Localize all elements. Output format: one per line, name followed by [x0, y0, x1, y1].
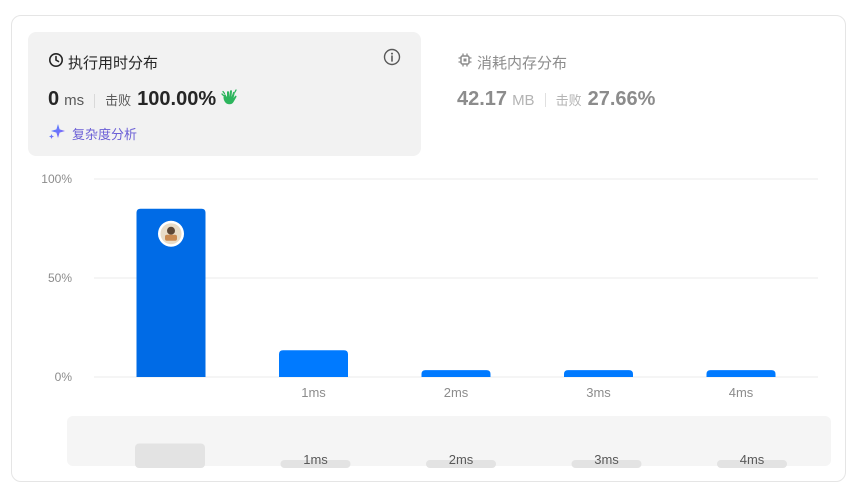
- submission-distribution-panel: 执行用时分布 0 ms 击败 100.00% 复杂度分析 消耗内存分布 42.1…: [11, 15, 846, 482]
- y-tick-label: 0%: [55, 370, 73, 384]
- x-tick-label: 3ms: [586, 385, 611, 400]
- brush-tick-label: 1ms: [303, 452, 328, 467]
- bar[interactable]: [564, 370, 633, 377]
- avatar-body: [165, 234, 177, 241]
- brush-tick-label: 3ms: [594, 452, 619, 467]
- runtime-distribution-chart[interactable]: 100% 50% 0% 1ms 2ms 3ms 4ms 1ms 2ms 3ms 4ms: [12, 16, 846, 482]
- bar[interactable]: [421, 370, 491, 377]
- brush-tick-label: 4ms: [740, 452, 765, 467]
- x-tick-label: 4ms: [729, 385, 754, 400]
- avatar-hair: [167, 226, 175, 235]
- brush-tick-label: 2ms: [449, 452, 474, 467]
- y-tick-label: 100%: [41, 172, 72, 186]
- x-tick-label: 2ms: [444, 385, 469, 400]
- x-tick-label: 1ms: [301, 385, 326, 400]
- brush-bar: [135, 443, 205, 468]
- bar[interactable]: [706, 370, 776, 377]
- bar[interactable]: [279, 350, 348, 377]
- y-tick-label: 50%: [48, 271, 72, 285]
